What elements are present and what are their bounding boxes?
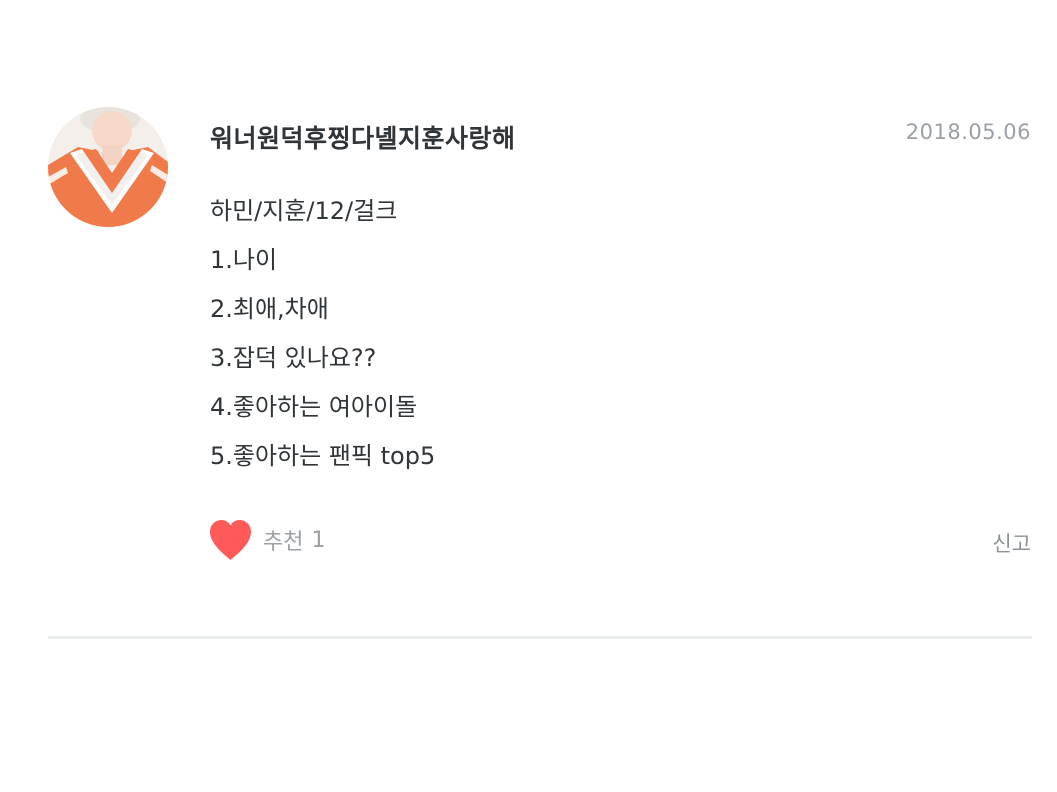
post-line: 5.좋아하는 팬픽 top5 bbox=[210, 442, 436, 470]
heart-icon bbox=[210, 520, 251, 560]
post-line: 4.좋아하는 여아이돌 bbox=[210, 393, 418, 421]
like-count: 1 bbox=[311, 527, 326, 553]
profile-photo-icon bbox=[48, 107, 168, 227]
like-button[interactable]: 추천 1 bbox=[208, 518, 325, 562]
post-line: 3.잡덕 있나요?? bbox=[210, 344, 377, 372]
report-button[interactable]: 신고 bbox=[992, 528, 1031, 558]
post-line: 1.나이 bbox=[210, 246, 278, 274]
divider bbox=[48, 636, 1032, 639]
post-content: 하민/지훈/12/걸크 1.나이 2.최애,차애 3.잡덕 있나요?? 4.좋아… bbox=[210, 192, 970, 486]
post-line: 2.최애,차애 bbox=[210, 295, 329, 323]
avatar[interactable] bbox=[48, 107, 168, 227]
post-date: 2018.05.06 bbox=[905, 120, 1031, 144]
post-line: 하민/지훈/12/걸크 bbox=[210, 197, 398, 225]
like-label: 추천 bbox=[263, 530, 304, 555]
author-name[interactable]: 워너원덕후찡다녤지훈사랑해 bbox=[210, 119, 516, 155]
